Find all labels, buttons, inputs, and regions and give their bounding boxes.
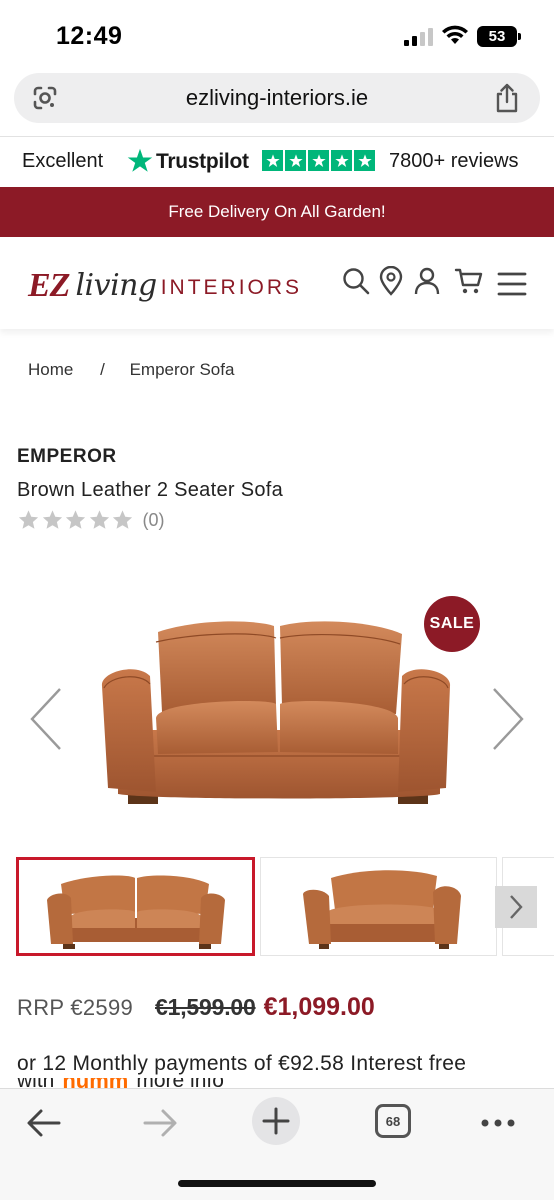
cellular-signal-icon	[404, 28, 433, 46]
logo-interiors: INTERIORS	[160, 276, 303, 299]
search-icon[interactable]	[341, 266, 371, 296]
trustpilot-star-icon	[127, 148, 153, 172]
wifi-icon	[442, 25, 468, 44]
star-icon	[331, 150, 352, 171]
more-menu-button[interactable]	[478, 1103, 518, 1143]
sale-badge: SALE	[424, 596, 480, 652]
sale-price: €1,099.00	[263, 993, 375, 1021]
finance-text: or 12 Monthly payments of €92.58 Interes…	[17, 1052, 467, 1075]
arrow-left-icon	[27, 1109, 61, 1137]
account-icon[interactable]	[412, 266, 442, 296]
product-rating[interactable]: (0)	[17, 509, 165, 531]
chevron-left-icon[interactable]	[26, 686, 66, 752]
star-empty-icon	[112, 510, 133, 529]
trustpilot-rating-word: Excellent	[22, 150, 104, 172]
breadcrumb-current: Emperor Sofa	[129, 360, 235, 379]
thumbnail-next-button[interactable]	[495, 886, 537, 928]
star-empty-icon	[42, 510, 62, 529]
battery-indicator: 53	[477, 26, 521, 47]
star-icon	[285, 150, 306, 171]
forward-button[interactable]	[140, 1103, 180, 1143]
divider	[0, 136, 554, 137]
star-empty-icon	[65, 510, 86, 529]
back-button[interactable]	[24, 1103, 64, 1143]
promo-banner[interactable]: Free Delivery On All Garden!	[0, 187, 554, 237]
tab-switcher-button[interactable]: 68	[375, 1104, 411, 1138]
breadcrumb: Home / Emperor Sofa	[28, 360, 234, 380]
original-price: €1,599.00	[155, 994, 256, 1020]
star-icon	[262, 150, 283, 171]
star-empty-icon	[89, 510, 109, 529]
trustpilot-review-count[interactable]: 7800+ reviews	[389, 150, 519, 173]
chevron-right-icon[interactable]	[488, 686, 528, 752]
logo-living: living	[75, 268, 157, 303]
rrp-price: RRP €2599	[17, 995, 134, 1020]
status-time: 12:49	[56, 22, 123, 50]
product-brand: EMPEROR	[17, 446, 117, 467]
chevron-right-icon	[510, 895, 523, 919]
star-icon	[308, 150, 329, 171]
trustpilot-stars	[262, 150, 375, 171]
location-icon[interactable]	[376, 266, 406, 296]
cart-icon[interactable]	[454, 266, 484, 296]
status-bar: 12:49 53	[0, 0, 554, 70]
price-row: RRP €2599 €1,599.00 €1,099.00	[17, 993, 375, 1022]
thumbnail-1[interactable]	[16, 857, 255, 956]
home-indicator	[178, 1180, 376, 1187]
thumbnail-strip	[16, 857, 554, 957]
new-tab-button[interactable]	[252, 1097, 300, 1145]
trustpilot-logo: Trustpilot	[156, 150, 249, 173]
trustpilot-widget[interactable]: Excellent Trustpilot 7800+ reviews	[0, 140, 554, 186]
product-title: Brown Leather 2 Seater Sofa	[17, 479, 284, 501]
share-icon[interactable]	[494, 83, 520, 113]
breadcrumb-home[interactable]: Home	[28, 360, 73, 380]
more-dots-icon	[481, 1119, 515, 1127]
star-icon	[354, 150, 375, 171]
arrow-right-icon	[143, 1109, 177, 1137]
rating-count: (0)	[142, 509, 165, 530]
site-logo[interactable]: EZ living INTERIORS	[28, 261, 302, 305]
star-empty-icon	[18, 510, 39, 529]
logo-ez: EZ	[28, 267, 70, 304]
url-text[interactable]: ezliving-interiors.ie	[14, 85, 540, 111]
address-bar[interactable]: ezliving-interiors.ie	[14, 73, 540, 123]
menu-icon[interactable]	[497, 269, 527, 299]
plus-icon	[262, 1107, 290, 1135]
breadcrumb-separator: /	[100, 360, 105, 379]
thumbnail-2[interactable]	[260, 857, 497, 956]
